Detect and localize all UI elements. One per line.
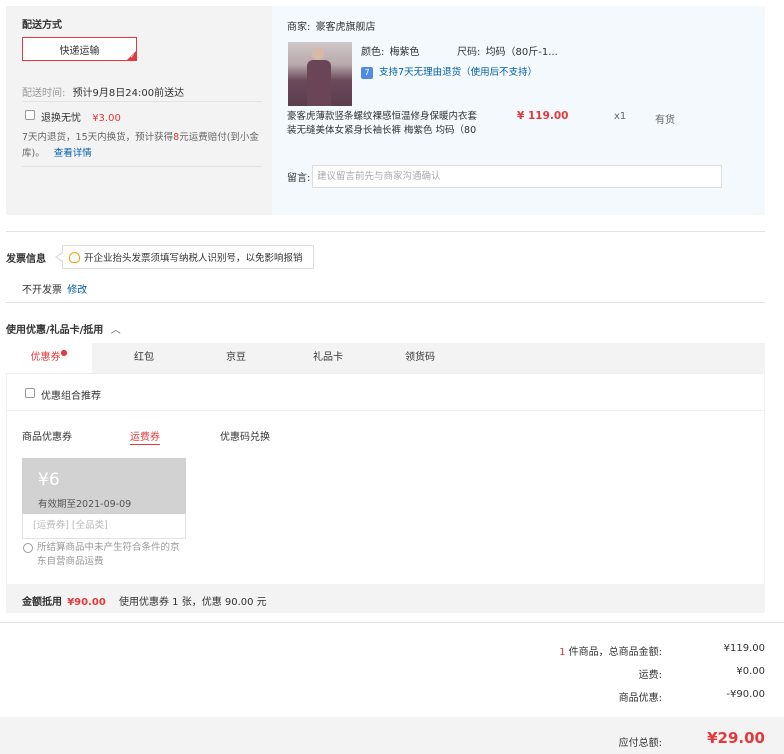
product-size: 尺码: 均码（80斤-1... [457, 43, 558, 58]
tab-red-packet[interactable]: 红包 [104, 343, 184, 373]
return-insurance-price: ¥3.00 [92, 113, 121, 124]
tab-jingdou[interactable]: 京豆 [196, 343, 276, 373]
divider [22, 101, 262, 102]
express-delivery-button[interactable]: 快递运输 ✓ [22, 37, 137, 61]
return-insurance-label: 退换无忧 [41, 113, 81, 124]
size-label: 尺码: [457, 47, 481, 58]
product-image[interactable] [288, 42, 352, 106]
product-figure-head [312, 48, 324, 60]
tab-coupons-label: 优惠券 [30, 352, 61, 363]
color-value: 梅紫色 [389, 47, 420, 58]
invoice-status-row: 不开发票 修改 [22, 281, 87, 296]
freight-amount: ¥0.00 [736, 666, 765, 677]
coupons-title-row[interactable]: 使用优惠/礼品卡/抵用 ︿ [6, 321, 121, 336]
return-support-text: 支持7天无理由退货（使用后不支持） [379, 67, 538, 78]
red-dot-icon: ● [60, 348, 68, 357]
coupon-card-edge [22, 455, 186, 459]
coupon-summary: 金额抵用 ¥90.00 使用优惠券 1 张，优惠 90.00 元 [22, 593, 267, 608]
payable-bar [0, 717, 784, 754]
subtab-promo-code[interactable]: 优惠码兑换 [220, 428, 270, 443]
return-insurance-desc: 7天内退货，15天内换货，预计获得8元运费赔付(到小金 库)。 查看详情 [22, 130, 267, 162]
product-title[interactable]: 豪客虎薄款竖条螺纹裸感恒温修身保暖内衣套 装无缝美体女紧身长袖长裤 梅紫色 均码… [287, 110, 502, 138]
coupon-card[interactable]: ¥6 有效期至2021-09-09 [22, 455, 186, 514]
delivery-method-label: 快递运输 [59, 45, 100, 57]
coupon-unavailable-note: 所结算商品中未产生符合条件的京 东自营商品运费 [37, 541, 197, 569]
goods-amount: ¥119.00 [723, 643, 765, 654]
subtab-shipping-coupons[interactable]: 运费券 [130, 428, 160, 445]
return-support: 7 支持7天无理由退货（使用后不支持） [361, 64, 537, 79]
stock-status: 有货 [655, 115, 675, 126]
size-value: 均码（80斤-1... [485, 47, 558, 58]
freight-label: 运费: [638, 670, 662, 681]
divider [6, 410, 765, 411]
coupon-note-line-2: 东自营商品运费 [37, 556, 104, 567]
chevron-up-icon: ︿ [110, 325, 121, 336]
coupon-card-tags: [运费券] [全品类] [22, 514, 186, 539]
tab-gift-card[interactable]: 礼品卡 [288, 343, 368, 373]
invoice-tip-text: 开企业抬头发票须填写纳税人识别号，以免影响报销 [84, 253, 303, 264]
product-title-line-2: 装无缝美体女紧身长袖长裤 梅紫色 均码（80 [287, 125, 477, 136]
discount-desc: 使用优惠券 1 张，优惠 90.00 元 [118, 597, 267, 608]
section-divider [0, 622, 784, 623]
view-details-link[interactable]: 查看详情 [54, 148, 92, 159]
tab-coupons[interactable]: 优惠券● [6, 343, 92, 373]
invoice-tip: 开企业抬头发票须填写纳税人识别号，以免影响报销 [62, 245, 314, 269]
divider [22, 166, 262, 167]
section-divider [6, 302, 765, 303]
delivery-time-value: 预计9月8日24:00前送达 [72, 88, 185, 99]
check-icon: ✓ [129, 53, 135, 60]
coupon-amount: ¥6 [38, 470, 60, 490]
goods-count-text: 件商品，总商品金额: [568, 647, 662, 658]
return-insurance-checkbox[interactable] [25, 110, 35, 120]
note-label: 留言: [287, 173, 311, 184]
note-input[interactable]: 建议留言前先与商家沟通确认 [312, 165, 722, 188]
product-price: ¥ 119.00 [517, 110, 569, 122]
coupon-combo-label: 优惠组合推荐 [41, 391, 101, 402]
tab-redeem-code[interactable]: 领货码 [380, 343, 460, 373]
product-color: 颜色: 梅紫色 [361, 43, 420, 58]
coupon-note-line-1: 所结算商品中未产生符合条件的京 [37, 542, 180, 553]
invoice-title: 发票信息 [6, 254, 46, 265]
coupon-combo-checkbox[interactable] [25, 388, 35, 398]
invoice-status: 不开发票 [22, 285, 62, 296]
shop-info: 商家: 豪客虎旗舰店 [287, 18, 376, 33]
product-figure-body [307, 60, 331, 106]
coupon-expiry: 有效期至2021-09-09 [38, 499, 132, 510]
invoice-modify-link[interactable]: 修改 [67, 285, 87, 296]
product-quantity: x1 [614, 111, 627, 122]
product-title-line-1: 豪客虎薄款竖条螺纹裸感恒温修身保暖内衣套 [287, 111, 478, 122]
seven-day-return-icon: 7 [361, 66, 373, 79]
section-divider [6, 231, 765, 232]
tip-arrow-inner [57, 253, 63, 261]
return-desc-text-2: 元运费赔付(到小金 [179, 132, 259, 143]
discount-label: 金额抵用 [22, 597, 62, 608]
discount-total-amount: -¥90.00 [726, 689, 765, 700]
info-icon [23, 543, 33, 553]
lightbulb-icon [69, 251, 80, 263]
color-label: 颜色: [361, 47, 385, 58]
shop-name[interactable]: 豪客虎旗舰店 [316, 22, 376, 33]
delivery-time-label: 配送时间: [22, 88, 66, 99]
payable-amount: ¥29.00 [707, 729, 765, 747]
goods-count: 1 [559, 647, 566, 658]
discount-total-label: 商品优惠: [618, 693, 662, 704]
delivery-time: 配送时间: 预计9月8日24:00前送达 [22, 84, 184, 99]
discount-value: ¥90.00 [67, 597, 106, 608]
coupons-title: 使用优惠/礼品卡/抵用 [6, 325, 104, 336]
shop-label: 商家: [287, 22, 311, 33]
return-desc-text-3: 库)。 [22, 148, 45, 159]
payable-label: 应付总额: [618, 738, 662, 749]
return-desc-text: 7天内退货，15天内换货，预计获得 [22, 132, 174, 143]
goods-count-row: 1 件商品，总商品金额: [559, 643, 662, 658]
shipping-title: 配送方式 [22, 20, 62, 31]
subtab-product-coupons[interactable]: 商品优惠券 [22, 428, 72, 443]
return-insurance: 退换无忧 ¥3.00 [41, 109, 121, 124]
